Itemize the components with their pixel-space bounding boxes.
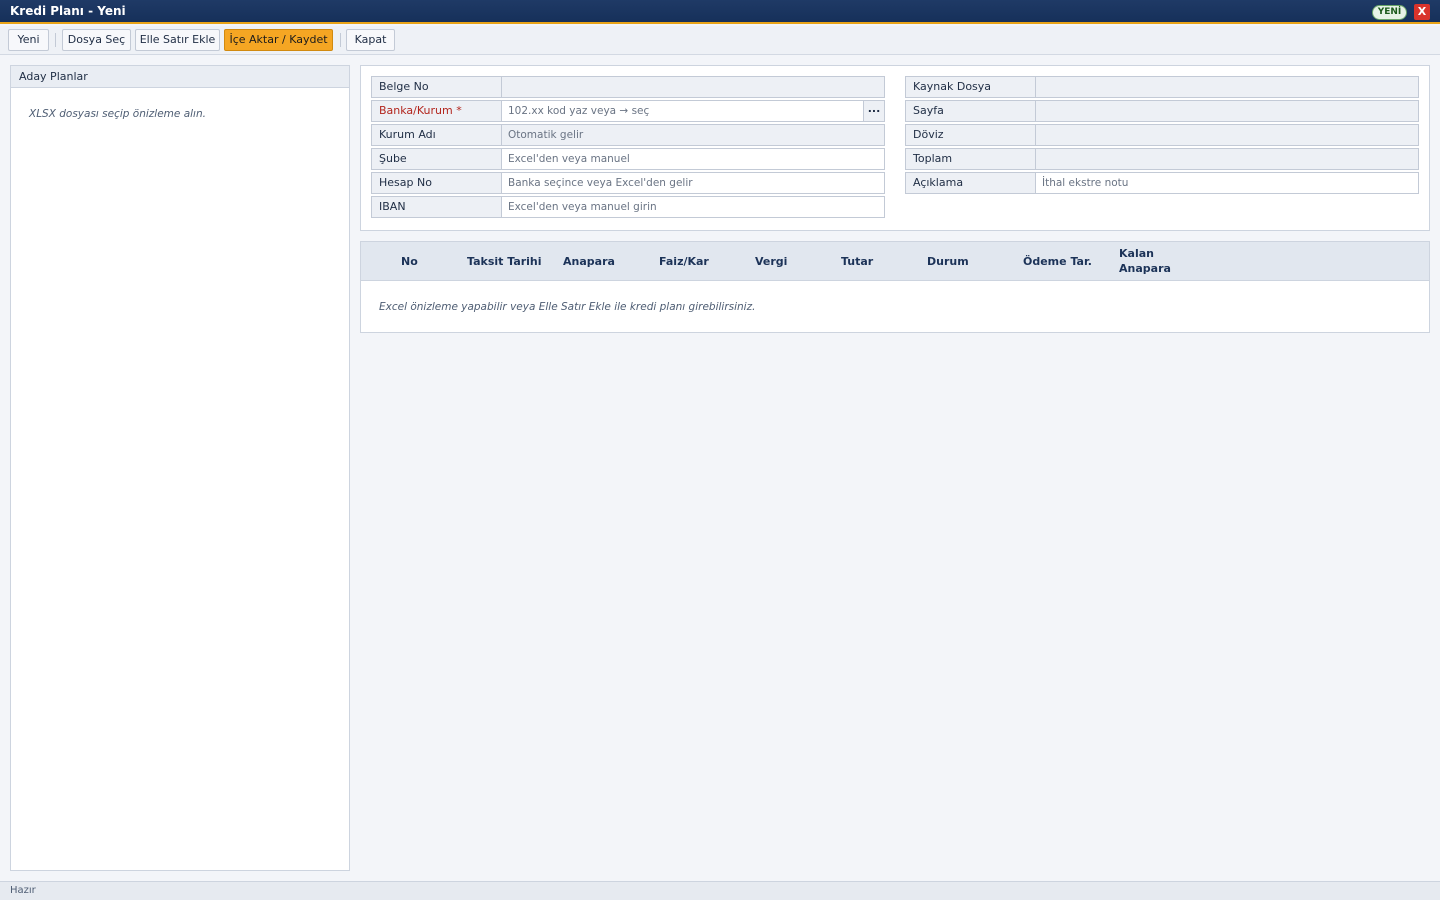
- add-row-button[interactable]: Elle Satır Ekle: [135, 29, 220, 51]
- close-button[interactable]: Kapat: [346, 29, 395, 51]
- column-header-payment-date[interactable]: Ödeme Tar.: [1023, 255, 1092, 268]
- source-file-input: [1036, 77, 1418, 97]
- iban-input[interactable]: Excel'den veya manuel girin: [502, 197, 884, 217]
- column-header-tax[interactable]: Vergi: [755, 255, 787, 268]
- field-label: Sayfa: [906, 101, 1036, 121]
- total-input: [1036, 149, 1418, 169]
- column-header-interest[interactable]: Faiz/Kar: [659, 255, 709, 268]
- field-description: Açıklama İthal ekstre notu: [905, 172, 1419, 194]
- institution-name-input[interactable]: Otomatik gelir: [502, 125, 884, 145]
- field-bank: Banka/Kurum * 102.xx kod yaz veya → seç …: [371, 100, 885, 122]
- status-text: Hazır: [10, 885, 36, 896]
- field-label: Toplam: [906, 149, 1036, 169]
- toolbar-divider: [340, 33, 341, 47]
- field-sheet: Sayfa: [905, 100, 1419, 122]
- field-label: Kaynak Dosya: [906, 77, 1036, 97]
- toolbar: Yeni Dosya Seç Elle Satır Ekle İçe Aktar…: [0, 26, 1440, 55]
- branch-input[interactable]: Excel'den veya manuel: [502, 149, 884, 169]
- lookup-button[interactable]: ...: [863, 101, 884, 121]
- field-label: Şube: [372, 149, 502, 169]
- field-label: Hesap No: [372, 173, 502, 193]
- field-label: Açıklama: [906, 173, 1036, 193]
- field-label: Banka/Kurum *: [372, 101, 502, 121]
- installment-grid: No Taksit Tarihi Anapara Faiz/Kar Vergi …: [360, 241, 1430, 333]
- column-header-no[interactable]: No: [401, 255, 418, 268]
- choose-file-button[interactable]: Dosya Seç: [62, 29, 131, 51]
- field-currency: Döviz: [905, 124, 1419, 146]
- field-total: Toplam: [905, 148, 1419, 170]
- bank-input[interactable]: 102.xx kod yaz veya → seç: [502, 101, 863, 121]
- toolbar-divider: [55, 33, 56, 47]
- status-bar: Hazır: [0, 881, 1440, 900]
- sheet-input: [1036, 101, 1418, 121]
- field-institution-name: Kurum Adı Otomatik gelir: [371, 124, 885, 146]
- panel-title: Aday Planlar: [11, 66, 349, 88]
- currency-input: [1036, 125, 1418, 145]
- close-icon[interactable]: X: [1414, 4, 1430, 20]
- document-no-input[interactable]: [502, 77, 884, 97]
- column-header-remaining-principal[interactable]: Anapara: [1119, 262, 1171, 275]
- column-header-remaining[interactable]: Kalan: [1119, 247, 1154, 260]
- description-input[interactable]: İthal ekstre notu: [1036, 173, 1418, 193]
- candidate-plans-panel: Aday Planlar XLSX dosyası seçip önizleme…: [10, 65, 350, 871]
- empty-state-text: XLSX dosyası seçip önizleme alın.: [29, 108, 206, 120]
- field-account-no: Hesap No Banka seçince veya Excel'den ge…: [371, 172, 885, 194]
- title-bar: Kredi Planı - Yeni YENİ X: [0, 0, 1440, 24]
- field-label: Döviz: [906, 125, 1036, 145]
- field-label: IBAN: [372, 197, 502, 217]
- column-header-principal[interactable]: Anapara: [563, 255, 615, 268]
- window-title: Kredi Planı - Yeni: [10, 4, 126, 18]
- grid-empty-text: Excel önizleme yapabilir veya Elle Satır…: [379, 301, 756, 313]
- field-branch: Şube Excel'den veya manuel: [371, 148, 885, 170]
- field-source-file: Kaynak Dosya: [905, 76, 1419, 98]
- import-save-button[interactable]: İçe Aktar / Kaydet: [224, 29, 333, 51]
- field-label: Belge No: [372, 77, 502, 97]
- column-header-amount[interactable]: Tutar: [841, 255, 873, 268]
- status-badge: YENİ: [1372, 5, 1407, 20]
- grid-header: No Taksit Tarihi Anapara Faiz/Kar Vergi …: [361, 242, 1429, 281]
- account-no-input[interactable]: Banka seçince veya Excel'den gelir: [502, 173, 884, 193]
- new-button[interactable]: Yeni: [8, 29, 49, 51]
- field-label: Kurum Adı: [372, 125, 502, 145]
- column-header-installment-date[interactable]: Taksit Tarihi: [467, 255, 542, 268]
- column-header-status[interactable]: Durum: [927, 255, 969, 268]
- field-iban: IBAN Excel'den veya manuel girin: [371, 196, 885, 218]
- header-form: Belge No Banka/Kurum * 102.xx kod yaz ve…: [360, 65, 1430, 231]
- field-document-no: Belge No: [371, 76, 885, 98]
